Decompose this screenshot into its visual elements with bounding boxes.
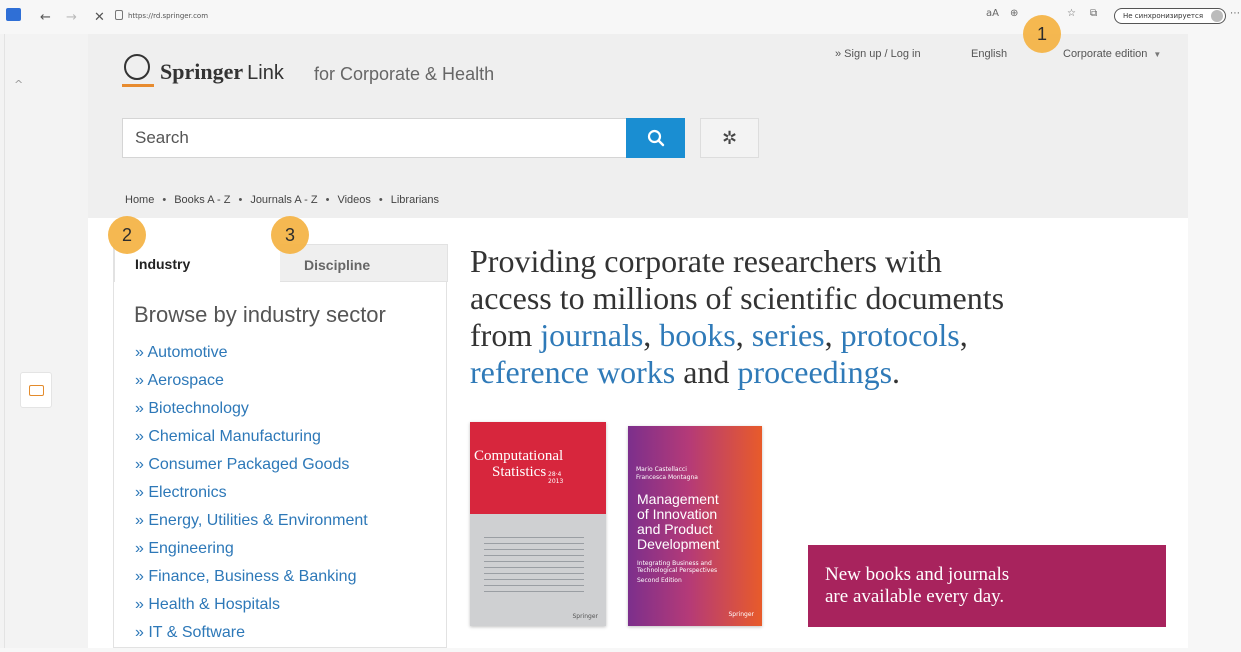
search-settings-button[interactable]: ✲ — [700, 118, 759, 158]
logo-subtitle: for Corporate & Health — [314, 64, 495, 84]
sector-link-electronics[interactable]: » Electronics — [135, 484, 368, 512]
tab-discipline[interactable]: Discipline — [280, 244, 448, 282]
avatar — [1211, 10, 1223, 22]
new-content-banner[interactable]: New books and journals are available eve… — [808, 545, 1166, 627]
forward-button[interactable]: → — [66, 10, 77, 25]
sector-link-health[interactable]: » Health & Hospitals — [135, 596, 368, 624]
reference-works-link[interactable]: reference works — [470, 354, 675, 390]
nav-videos[interactable]: Videos — [337, 194, 370, 206]
logo-underline — [122, 84, 154, 87]
cover-contents — [484, 532, 584, 592]
journals-link[interactable]: journals — [540, 317, 643, 353]
annotation-marker-1: 1 — [1023, 15, 1061, 53]
sector-link-finance[interactable]: » Finance, Business & Banking — [135, 568, 368, 596]
zoom-icon[interactable]: ⊕ — [1010, 8, 1018, 19]
caret-down-icon: ▼ — [1153, 50, 1162, 59]
signup-login-link[interactable]: » Sign up / Log in — [835, 48, 921, 60]
gear-icon: ✲ — [721, 127, 738, 149]
collections-icon[interactable]: ⧉ — [1090, 8, 1097, 19]
nav-librarians[interactable]: Librarians — [391, 194, 439, 206]
edition-selector[interactable]: Corporate edition ▼ — [1063, 48, 1161, 60]
book-cover-management-of-innovation[interactable]: Mario Castellacci Francesca Montagna Mana… — [628, 426, 762, 626]
right-margin — [1188, 34, 1241, 648]
nav-home[interactable]: Home — [125, 194, 154, 206]
nav-separator: • — [378, 194, 383, 206]
annotation-marker-3: 3 — [271, 216, 309, 254]
hero-line: from journals, books, series, protocols, — [470, 317, 968, 353]
site-logo[interactable]: Springer Link — [160, 59, 284, 85]
publisher-logo: Springer — [572, 613, 598, 620]
sector-link-aerospace[interactable]: » Aerospace — [135, 372, 368, 400]
cover-title: Management of Innovation and Product Dev… — [637, 491, 720, 552]
browse-heading: Browse by industry sector — [134, 302, 386, 327]
springer-page: Springer Link for Corporate & Health » Si… — [88, 34, 1188, 648]
lock-icon[interactable] — [115, 10, 123, 20]
tab-actions-icon[interactable] — [6, 8, 21, 21]
browse-panel: Industry Discipline Browse by industry s… — [113, 244, 448, 648]
envelope-icon — [29, 385, 44, 396]
sector-link-energy[interactable]: » Energy, Utilities & Environment — [135, 512, 368, 540]
nav-books-a-z[interactable]: Books A - Z — [174, 194, 230, 206]
sector-link-consumer-packaged-goods[interactable]: » Consumer Packaged Goods — [135, 456, 368, 484]
left-sidebar-rail — [0, 34, 88, 648]
search-icon — [647, 129, 664, 147]
cover-subtitle: Integrating Business and Technological P… — [637, 560, 718, 584]
mail-button[interactable] — [20, 372, 52, 408]
sector-link-biotechnology[interactable]: » Biotechnology — [135, 400, 368, 428]
favorites-star-icon[interactable]: ☆ — [1067, 8, 1076, 19]
hero-line: access to millions of scientific documen… — [470, 280, 1005, 316]
cover-issue: 28·4 2013 — [548, 471, 564, 485]
browser-menu-icon[interactable]: ⋯ — [1230, 8, 1240, 19]
cover-authors: Mario Castellacci Francesca Montagna — [636, 466, 698, 481]
hero-line: Providing corporate researchers with — [470, 243, 942, 279]
nav-separator: • — [238, 194, 243, 206]
rail-divider — [4, 34, 5, 648]
nav-journals-a-z[interactable]: Journals A - Z — [250, 194, 317, 206]
annotation-marker-2: 2 — [108, 216, 146, 254]
search-button[interactable] — [626, 118, 685, 158]
books-link[interactable]: books — [659, 317, 735, 353]
series-link[interactable]: series — [752, 317, 825, 353]
site-header: Springer Link for Corporate & Health » Si… — [88, 34, 1188, 218]
address-bar[interactable]: https://rd.springer.com — [128, 12, 208, 20]
sector-link-engineering[interactable]: » Engineering — [135, 540, 368, 568]
sector-link-chemical-manufacturing[interactable]: » Chemical Manufacturing — [135, 428, 368, 456]
book-cover-computational-statistics[interactable]: Computational Statistics 28·4 2013 Springe… — [470, 422, 606, 626]
search-field[interactable] — [122, 118, 627, 158]
springer-horse-logo-icon[interactable] — [124, 54, 150, 80]
nav-separator: • — [325, 194, 330, 206]
protocols-link[interactable]: protocols — [841, 317, 960, 353]
proceedings-link[interactable]: proceedings — [737, 354, 892, 390]
read-aloud-icon[interactable]: aA — [986, 8, 999, 19]
hero-statement: Providing corporate researchers with acc… — [470, 243, 1130, 391]
sync-status-label: Не синхронизируется — [1123, 12, 1204, 20]
stop-loading-button[interactable]: ✕ — [94, 10, 105, 25]
breadcrumb: Home • Books A - Z • Journals A - Z • Vi… — [125, 194, 439, 206]
profile-sync-button[interactable]: Не синхронизируется — [1114, 8, 1226, 24]
sector-link-automotive[interactable]: » Automotive — [135, 344, 368, 372]
hero-line: reference works and proceedings. — [470, 354, 901, 390]
industry-sector-list: » Automotive » Aerospace » Biotechnology… — [135, 344, 368, 652]
back-button[interactable]: ← — [40, 10, 51, 25]
publisher-logo: Springer — [728, 611, 754, 618]
search-input[interactable] — [123, 119, 626, 157]
chevron-up-icon[interactable]: ^ — [14, 78, 23, 91]
language-selector[interactable]: English — [971, 48, 1007, 60]
nav-separator: • — [162, 194, 167, 206]
